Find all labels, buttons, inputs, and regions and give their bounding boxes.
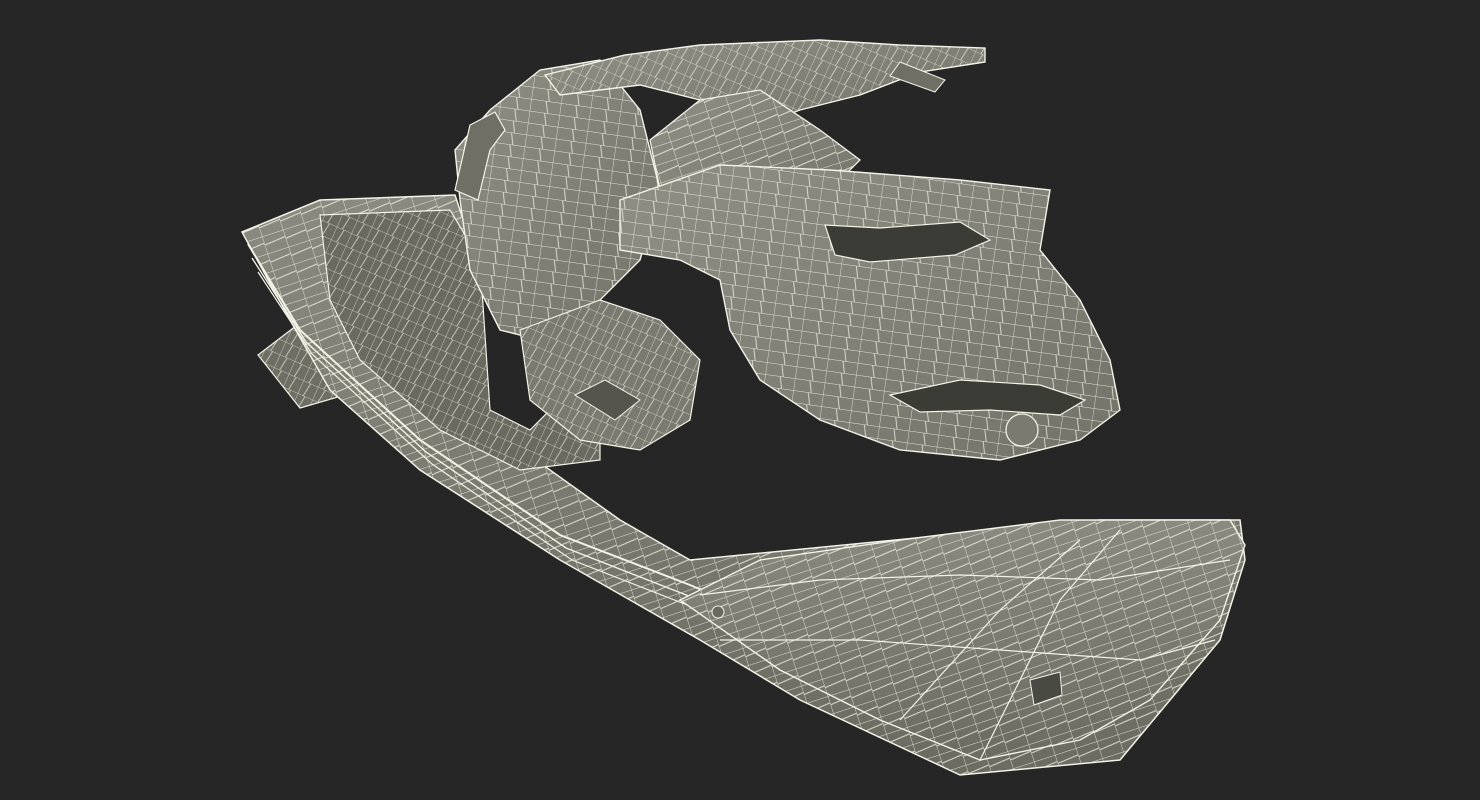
front-cowl [619, 164, 1121, 461]
3d-viewport[interactable] [0, 0, 1480, 800]
wireframe-render [240, 39, 1246, 776]
